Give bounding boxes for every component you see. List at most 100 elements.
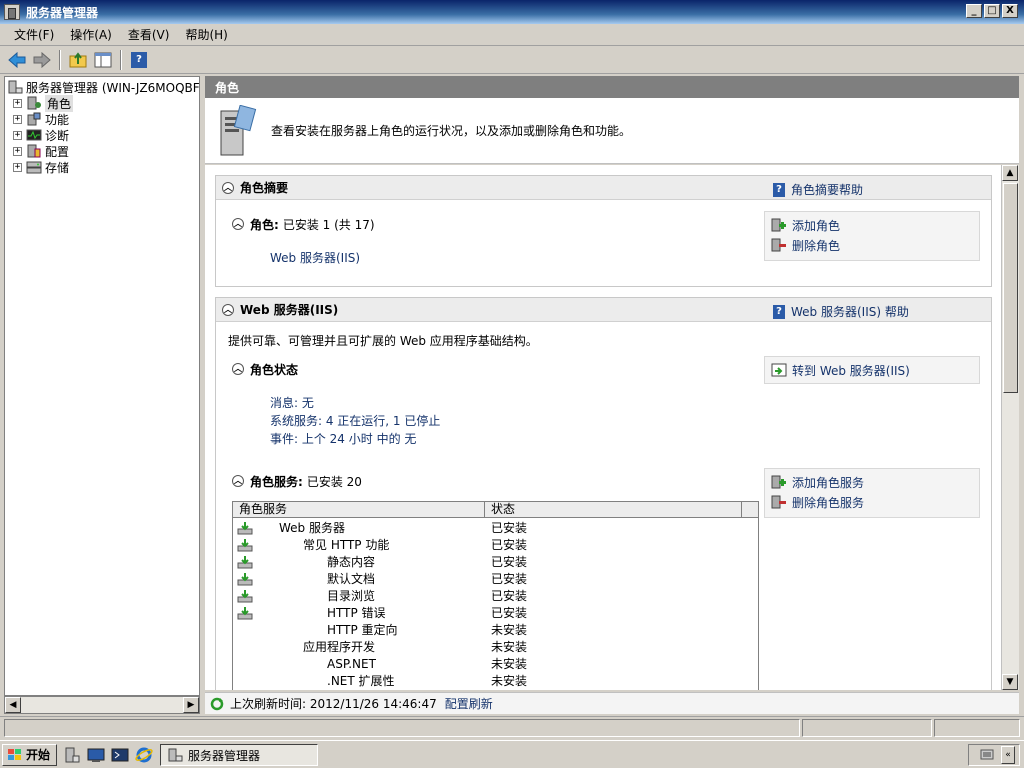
collapse-icon[interactable]: ︿ xyxy=(222,303,234,316)
status-system-services[interactable]: 系统服务: 4 正在运行, 1 已停止 xyxy=(270,412,440,429)
network-icon[interactable] xyxy=(979,747,995,764)
chevron-icon[interactable]: « xyxy=(1001,746,1015,764)
menu-file[interactable]: 文件(F) xyxy=(6,24,62,45)
table-row[interactable]: 应用程序开发 未安装 xyxy=(233,638,758,655)
roles-summary-header[interactable]: ︿ 角色摘要 ? 角色摘要帮助 xyxy=(216,176,991,200)
back-icon[interactable] xyxy=(6,49,28,71)
menu-action[interactable]: 操作(A) xyxy=(62,24,120,45)
toolbar: ? xyxy=(0,46,1024,74)
add-roles-button[interactable]: 添加角色 xyxy=(765,215,979,235)
menu-help[interactable]: 帮助(H) xyxy=(177,24,235,45)
forward-icon[interactable] xyxy=(31,49,53,71)
expand-storage-icon[interactable]: + xyxy=(13,162,22,172)
roles-summary-section: ︿ 角色摘要 ? 角色摘要帮助 ︿ 角色: 已安装 1 (共 17) Web 服… xyxy=(215,175,992,287)
up-folder-icon[interactable] xyxy=(67,49,89,71)
tree-item-label: 配置 xyxy=(45,144,70,159)
table-row[interactable]: 目录浏览 已安装 xyxy=(233,587,758,604)
ie-icon[interactable] xyxy=(135,746,153,764)
tree-item-storage[interactable]: + 存储 xyxy=(13,159,69,175)
server-manager-icon xyxy=(167,748,183,762)
server-manager-icon xyxy=(7,80,23,94)
start-button[interactable]: 开始 xyxy=(2,743,58,766)
iis-help-link[interactable]: ? Web 服务器(IIS) 帮助 xyxy=(773,303,909,320)
table-row[interactable]: 常见 HTTP 功能 已安装 xyxy=(233,536,758,553)
column-header-role-service[interactable]: 角色服务 xyxy=(233,502,485,518)
roles-content: ︿ 角色摘要 ? 角色摘要帮助 ︿ 角色: 已安装 1 (共 17) Web 服… xyxy=(205,165,1001,690)
iis-title: Web 服务器(IIS) xyxy=(240,303,339,317)
server-manager-icon[interactable] xyxy=(63,746,81,764)
collapse-icon[interactable]: ︿ xyxy=(232,218,244,230)
maximize-button[interactable]: □ xyxy=(984,4,1000,18)
show-hide-tree-icon[interactable] xyxy=(92,49,114,71)
scroll-left-icon[interactable]: ◀ xyxy=(5,697,21,713)
minimize-button[interactable]: _ xyxy=(966,4,982,18)
show-desktop-icon[interactable] xyxy=(87,746,105,764)
tree-item-configuration[interactable]: + 配置 xyxy=(13,143,69,159)
iis-description: 提供可靠、可管理并且可扩展的 Web 应用程序基础结构。 xyxy=(228,334,538,348)
scroll-down-icon[interactable]: ▼ xyxy=(1002,674,1018,690)
collapse-icon[interactable]: ︿ xyxy=(232,363,244,375)
taskbar-item-server-manager[interactable]: 服务器管理器 xyxy=(160,744,318,766)
content-vertical-scrollbar[interactable]: ▲ ▼ xyxy=(1001,165,1019,690)
configure-refresh-link[interactable]: 配置刷新 xyxy=(445,695,493,712)
expand-roles-icon[interactable]: + xyxy=(13,98,22,108)
column-header-status[interactable]: 状态 xyxy=(485,502,742,518)
table-row[interactable]: HTTP 错误 已安装 xyxy=(233,604,758,621)
role-service-status: 已安装 xyxy=(491,538,528,552)
tree-item-roles[interactable]: + 角色 xyxy=(13,94,74,112)
status-pane-2 xyxy=(802,719,932,737)
installed-icon xyxy=(237,521,253,535)
remove-role-services-button[interactable]: 删除角色服务 xyxy=(765,492,979,512)
collapse-icon[interactable]: ︿ xyxy=(222,181,234,194)
table-row[interactable]: 默认文档 已安装 xyxy=(233,570,758,587)
expand-diagnostics-icon[interactable]: + xyxy=(13,130,22,140)
status-bar xyxy=(0,716,1024,738)
tree-horizontal-scrollbar[interactable]: ◀ ▶ xyxy=(4,696,200,714)
collapse-icon[interactable]: ︿ xyxy=(232,475,244,487)
role-services-table: 角色服务 状态 Web 服务器 已安装常见 HTTP 功能 已安装 静态内容 已安装 默认… xyxy=(232,501,759,690)
status-pane-3 xyxy=(934,719,1020,737)
role-service-name: 常见 HTTP 功能 xyxy=(303,538,390,552)
pane-splitter[interactable] xyxy=(200,76,204,716)
goto-iis-button[interactable]: 转到 Web 服务器(IIS) xyxy=(765,360,979,380)
tree-root-label: 服务器管理器 (WIN-JZ6MOQBF69 xyxy=(26,80,200,95)
refresh-icon[interactable] xyxy=(209,697,225,711)
goto-icon xyxy=(771,363,787,377)
scroll-up-icon[interactable]: ▲ xyxy=(1002,165,1018,181)
status-events[interactable]: 事件: 上个 24 小时 中的 无 xyxy=(270,430,416,447)
installed-role-link[interactable]: Web 服务器(IIS) xyxy=(270,249,360,266)
scroll-thumb[interactable] xyxy=(1003,183,1018,393)
role-services-actions: 添加角色服务 删除角色服务 xyxy=(764,468,980,518)
table-row[interactable]: ASP.NET 未安装 xyxy=(233,655,758,672)
toolbar-separator xyxy=(120,49,122,70)
remove-roles-button[interactable]: 删除角色 xyxy=(765,235,979,255)
scroll-right-icon[interactable]: ▶ xyxy=(183,697,199,713)
iis-header[interactable]: ︿ Web 服务器(IIS) ? Web 服务器(IIS) 帮助 xyxy=(216,298,991,322)
expand-features-icon[interactable]: + xyxy=(13,114,22,124)
title-bar: 服务器管理器 _ □ X xyxy=(0,0,1024,24)
table-row[interactable]: Web 服务器 已安装 xyxy=(233,519,758,536)
tree-item-diagnostics[interactable]: + 诊断 xyxy=(13,127,69,143)
close-button[interactable]: X xyxy=(1002,4,1018,18)
role-status-actions: 转到 Web 服务器(IIS) xyxy=(764,356,980,384)
add-role-services-button[interactable]: 添加角色服务 xyxy=(765,472,979,492)
toolbar-separator xyxy=(59,49,61,70)
expand-configuration-icon[interactable]: + xyxy=(13,146,22,156)
role-service-name: HTTP 重定向 xyxy=(327,623,398,637)
tree-item-features[interactable]: + 功能 xyxy=(13,111,69,127)
table-row[interactable]: 静态内容 已安装 xyxy=(233,553,758,570)
help-icon[interactable]: ? xyxy=(128,49,150,71)
status-messages[interactable]: 消息: 无 xyxy=(270,394,314,411)
menu-view[interactable]: 查看(V) xyxy=(120,24,178,45)
table-row[interactable]: HTTP 重定向 未安装 xyxy=(233,621,758,638)
roles-summary-help-link[interactable]: ? 角色摘要帮助 xyxy=(773,181,863,198)
remove-role-service-icon xyxy=(771,495,787,509)
powershell-icon[interactable] xyxy=(111,746,129,764)
roles-icon xyxy=(26,96,42,110)
table-row[interactable]: .NET 扩展性 未安装 xyxy=(233,672,758,689)
add-role-service-icon xyxy=(771,475,787,489)
tree-root[interactable]: 服务器管理器 (WIN-JZ6MOQBF69 xyxy=(7,79,200,95)
scroll-track[interactable] xyxy=(21,697,183,713)
system-tray: « xyxy=(968,744,1020,766)
column-header-filler xyxy=(742,502,758,518)
